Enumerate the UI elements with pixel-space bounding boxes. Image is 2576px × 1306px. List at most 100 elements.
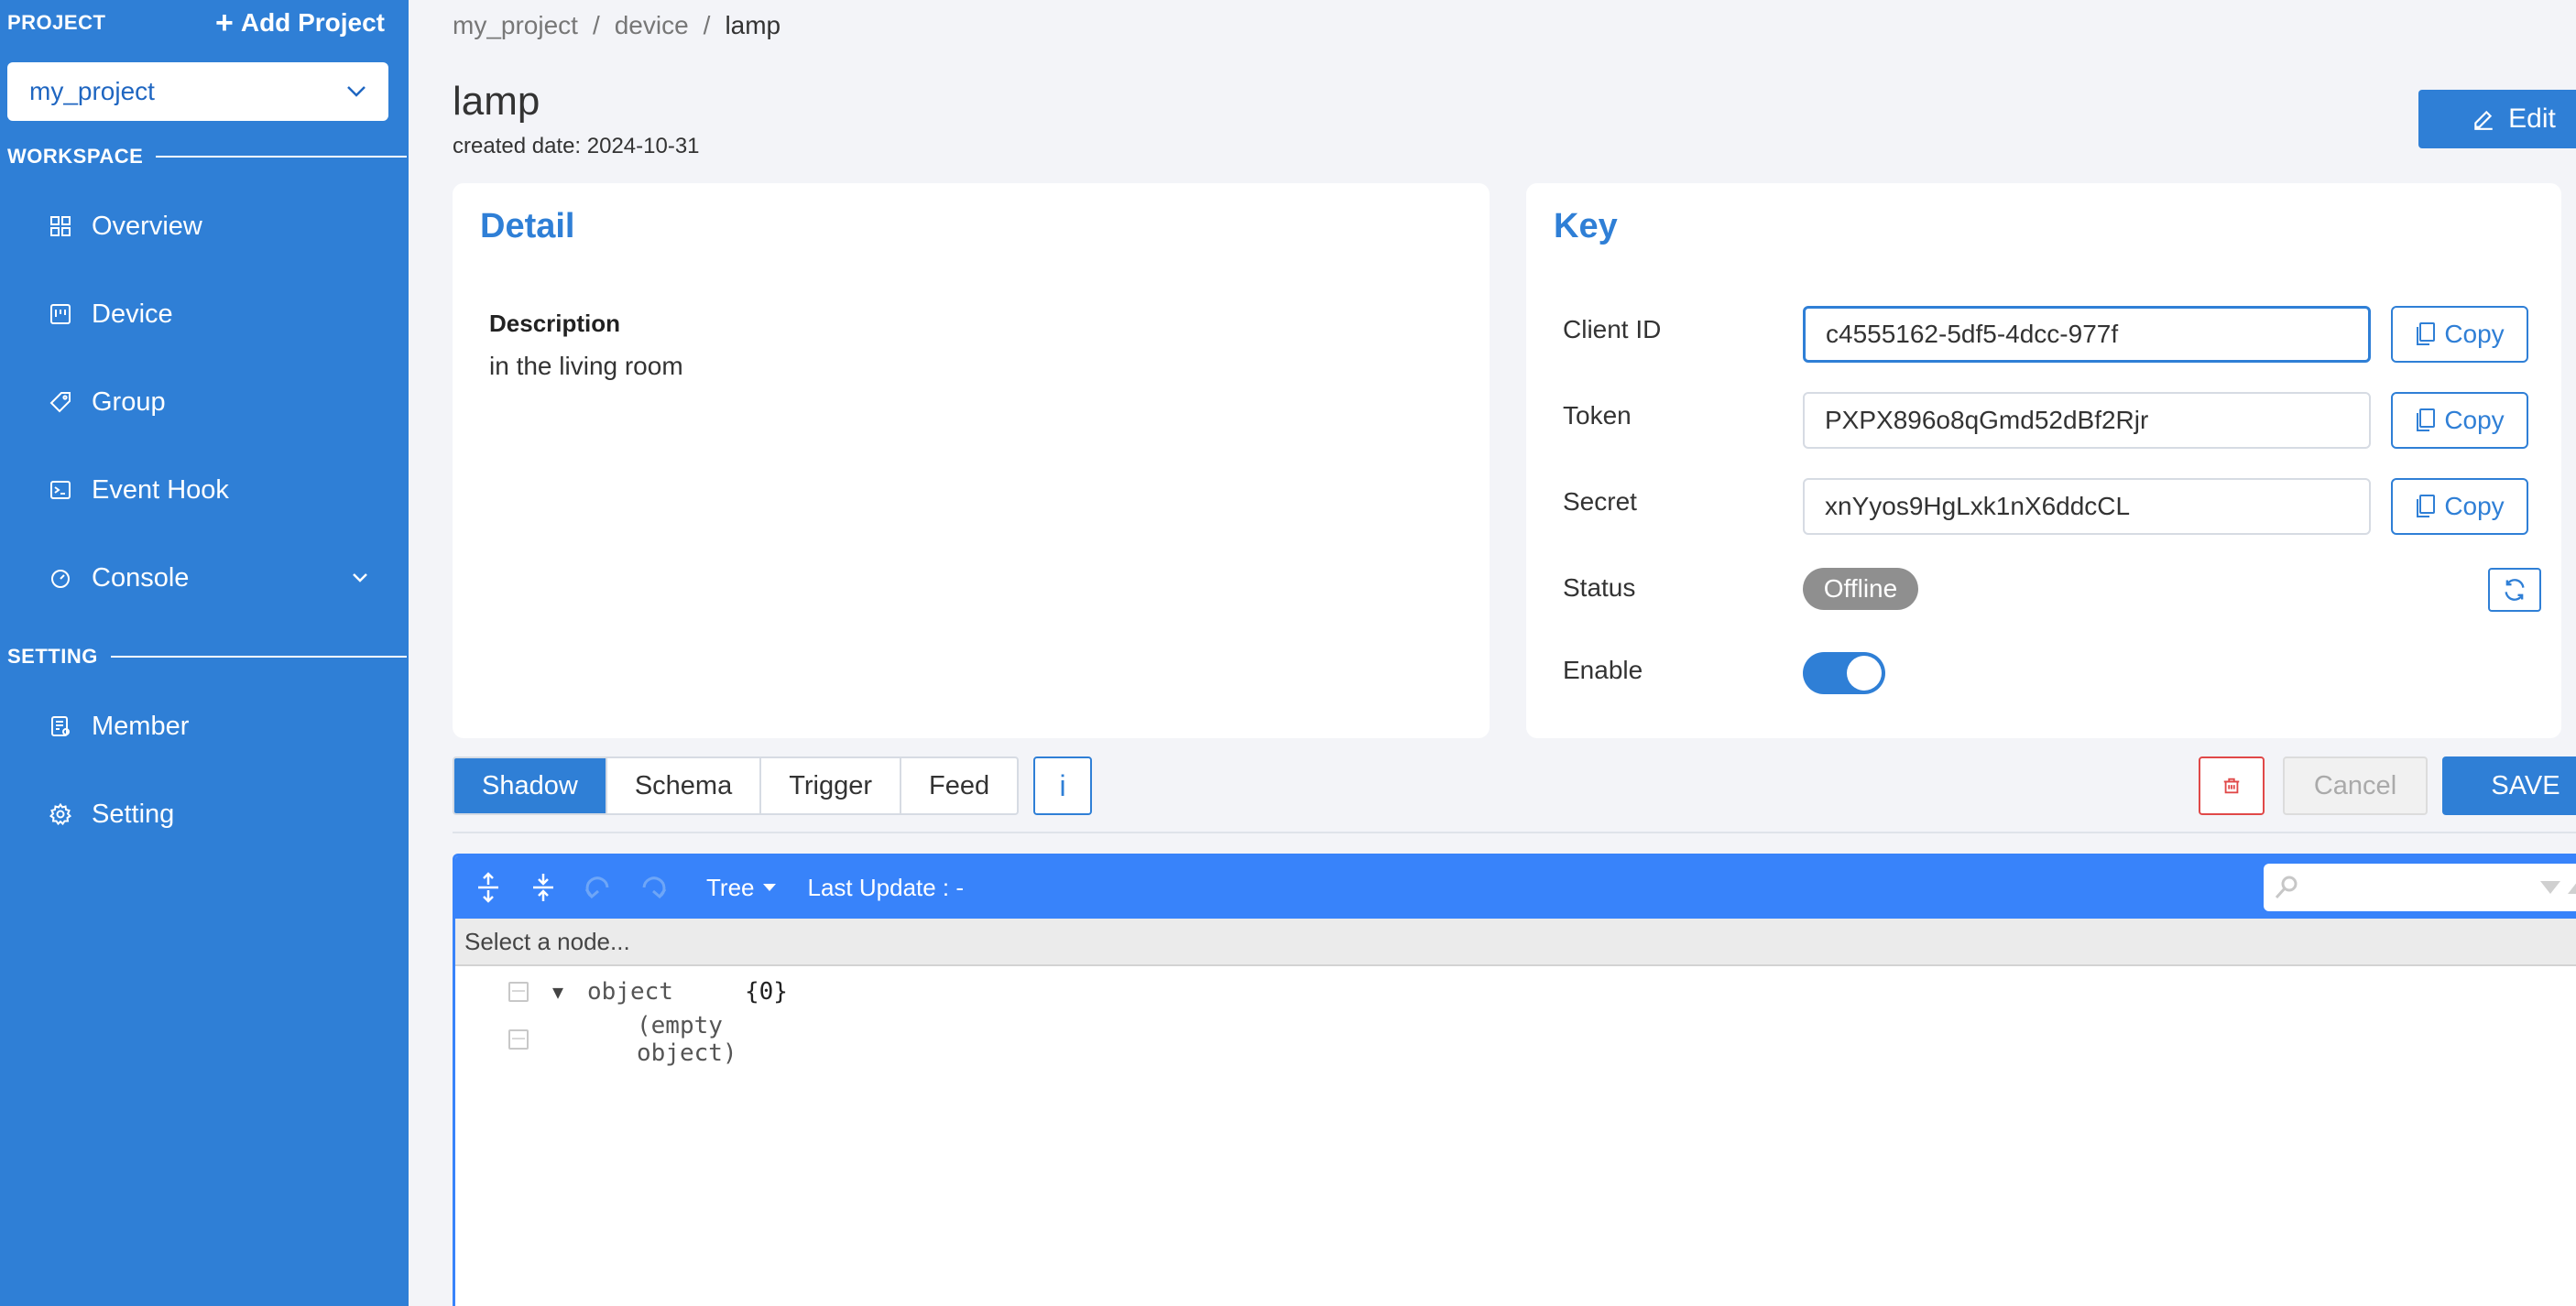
gear-icon: [48, 801, 73, 827]
project-select-value: my_project: [29, 77, 155, 105]
collapse-all-button[interactable]: [516, 856, 571, 919]
redo-icon: [642, 876, 667, 899]
created-date: created date: 2024-10-31: [453, 134, 700, 158]
secret-label: Secret: [1563, 487, 1637, 516]
enable-toggle[interactable]: [1803, 652, 1885, 694]
sidebar-item-overview[interactable]: Overview: [48, 203, 368, 249]
setting-section: SETTING: [7, 645, 407, 669]
status-row: Status Offline: [1563, 564, 2541, 621]
tab-trigger[interactable]: Trigger: [761, 758, 901, 813]
copy-icon: [2417, 408, 2436, 431]
toggle-knob: [1847, 656, 1882, 691]
node-path-bar: Select a node...: [455, 919, 2576, 966]
refresh-status-button[interactable]: [2488, 568, 2541, 612]
sidebar-item-label: Group: [92, 386, 166, 417]
empty-object-label: (empty object): [637, 1012, 737, 1067]
tag-icon: [48, 389, 73, 415]
sidebar-item-member[interactable]: Member: [48, 703, 368, 749]
grid-icon: [48, 213, 73, 239]
expand-all-icon: [478, 872, 498, 903]
tab-feed[interactable]: Feed: [901, 758, 1017, 813]
search-icon: [2275, 876, 2298, 899]
edit-button[interactable]: Edit: [2418, 90, 2576, 148]
breadcrumb: my_project / device / lamp: [453, 11, 780, 40]
undo-icon: [584, 876, 609, 899]
pencil-icon: [2474, 110, 2493, 130]
editor-search: [2264, 864, 2576, 911]
breadcrumb-current: lamp: [725, 11, 781, 39]
sidebar-item-label: Overview: [92, 211, 202, 241]
info-button[interactable]: i: [1033, 756, 1092, 815]
node-type: object: [587, 978, 673, 1006]
expand-all-button[interactable]: [461, 856, 516, 919]
mode-label: Tree: [706, 873, 755, 901]
sidebar-item-event-hook[interactable]: Event Hook: [48, 467, 368, 513]
project-select[interactable]: my_project: [7, 62, 388, 121]
search-input[interactable]: [2300, 869, 2538, 906]
page-title: lamp: [453, 79, 540, 124]
copy-secret-button[interactable]: Copy: [2391, 478, 2528, 535]
search-previous-button[interactable]: [2566, 876, 2576, 899]
mode-select[interactable]: Tree: [706, 874, 777, 902]
workspace-label: WORKSPACE: [7, 145, 144, 168]
drag-handle[interactable]: [508, 982, 529, 1002]
secret-row: Secret xnYyos9HgLxk1nX6ddcCL Copy: [1563, 478, 2534, 535]
drag-handle[interactable]: [508, 1029, 529, 1050]
sidebar-item-setting[interactable]: Setting: [48, 791, 368, 837]
secret-field[interactable]: xnYyos9HgLxk1nX6ddcCL: [1803, 478, 2371, 535]
token-field[interactable]: PXPX896o8qGmd52dBf2Rjr: [1803, 392, 2371, 449]
copy-token-button[interactable]: Copy: [2391, 392, 2528, 449]
chevron-down-icon: [347, 86, 366, 97]
undo-button[interactable]: [571, 856, 626, 919]
copy-icon: [2417, 495, 2436, 517]
expand-toggle[interactable]: ▼: [552, 981, 563, 1003]
edit-label: Edit: [2508, 103, 2556, 134]
tab-shadow[interactable]: Shadow: [454, 758, 607, 813]
gauge-icon: [48, 565, 73, 591]
sidebar-item-console[interactable]: Console: [48, 555, 368, 601]
collapse-all-icon: [533, 874, 553, 901]
delete-button[interactable]: [2199, 756, 2265, 815]
project-label: PROJECT: [7, 11, 106, 34]
token-label: Token: [1563, 401, 1632, 430]
breadcrumb-item[interactable]: my_project: [453, 11, 578, 40]
save-button[interactable]: SAVE: [2442, 756, 2576, 815]
setting-label: SETTING: [7, 645, 98, 668]
key-card: Key Client ID c4555162-5df5-4dcc-977f Co…: [1526, 183, 2561, 738]
copy-client-id-button[interactable]: Copy: [2391, 306, 2528, 363]
add-project-button[interactable]: + Add Project: [215, 7, 385, 38]
member-icon: [48, 713, 73, 739]
device-icon: [48, 301, 73, 327]
tab-schema[interactable]: Schema: [607, 758, 762, 813]
triangle-down-icon: [2540, 881, 2560, 894]
breadcrumb-item[interactable]: device: [615, 11, 689, 40]
copy-label: Copy: [2444, 406, 2505, 434]
refresh-icon: [2505, 579, 2525, 601]
client-id-field[interactable]: c4555162-5df5-4dcc-977f: [1803, 306, 2371, 363]
sidebar-item-label: Device: [92, 299, 173, 329]
divider: [453, 832, 2576, 833]
sidebar-item-label: Setting: [92, 799, 175, 829]
copy-label: Copy: [2444, 492, 2505, 520]
sidebar-item-group[interactable]: Group: [48, 379, 368, 425]
plus-icon: +: [215, 5, 234, 40]
sidebar-item-device[interactable]: Device: [48, 291, 368, 337]
detail-card: Detail Description in the living room: [453, 183, 1490, 738]
copy-label: Copy: [2444, 320, 2505, 348]
description-label: Description: [489, 310, 621, 337]
section-divider: [156, 156, 407, 158]
breadcrumb-separator: /: [592, 11, 600, 39]
search-next-button[interactable]: [2538, 876, 2562, 899]
detail-title: Detail: [480, 207, 575, 245]
sidebar-item-label: Event Hook: [92, 474, 229, 505]
status-badge: Offline: [1803, 568, 1918, 610]
sidebar-item-label: Member: [92, 711, 190, 741]
trash-icon: [2223, 778, 2240, 794]
client-id-row: Client ID c4555162-5df5-4dcc-977f Copy: [1563, 306, 2534, 363]
key-title: Key: [1554, 207, 1618, 245]
sidebar-item-label: Console: [92, 562, 190, 593]
cancel-button[interactable]: Cancel: [2283, 756, 2428, 815]
triangle-up-icon: [2568, 883, 2576, 894]
redo-button[interactable]: [626, 856, 681, 919]
main-content: my_project / device / lamp lamp created …: [409, 0, 2576, 1306]
